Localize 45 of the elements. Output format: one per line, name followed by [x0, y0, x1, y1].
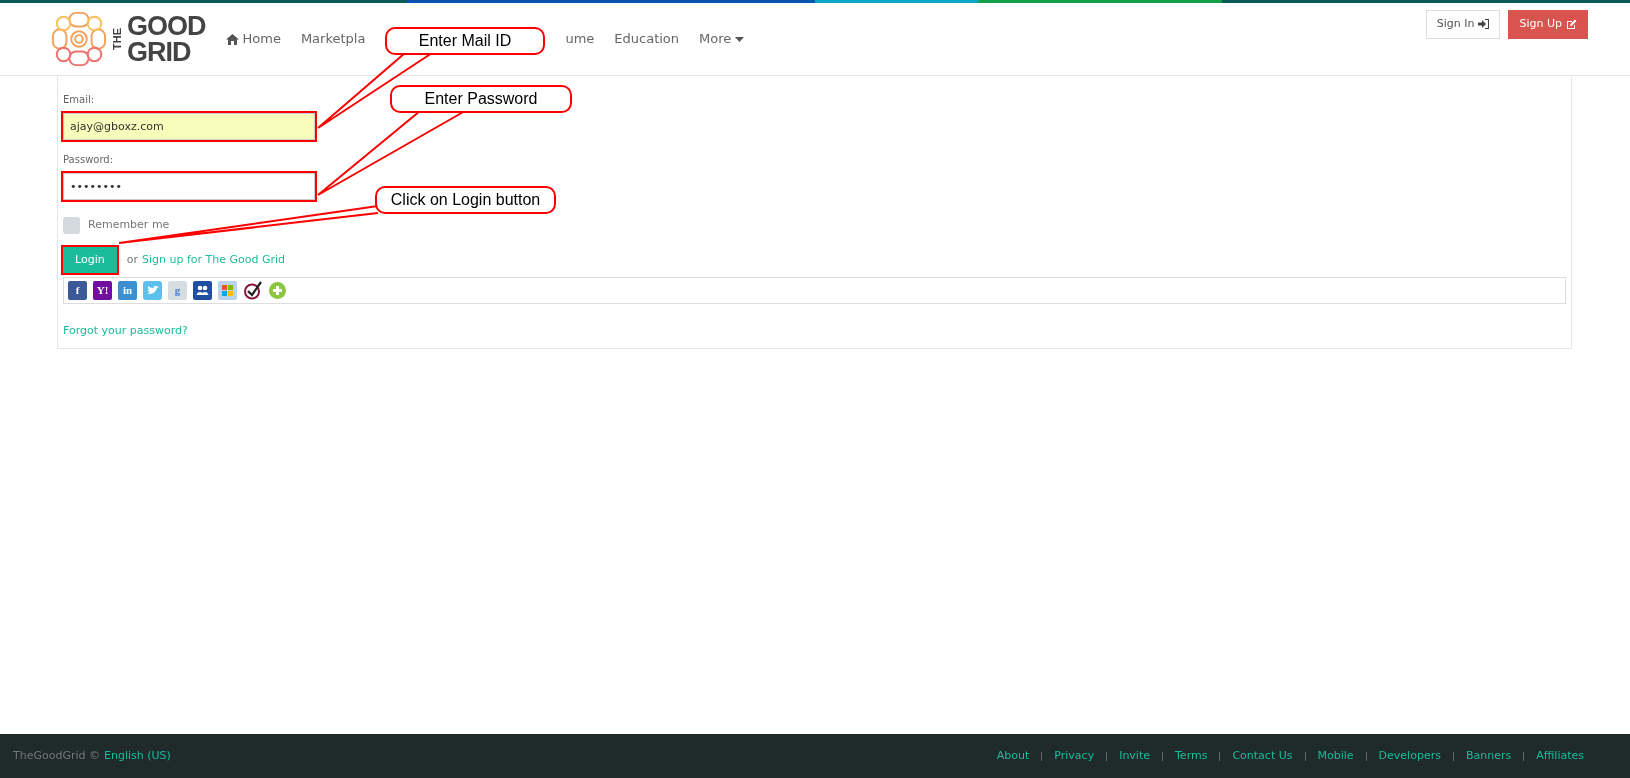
checkbox-label: Remember me	[88, 217, 170, 234]
flower-logo-icon	[50, 10, 108, 68]
home-icon	[225, 33, 239, 45]
people-icon[interactable]	[193, 281, 212, 300]
logo-text: GOOD	[127, 13, 206, 39]
footer-link[interactable]: Terms	[1163, 747, 1220, 765]
or-text: or	[126, 251, 138, 268]
letter-tile-icon[interactable]: Y!	[93, 281, 112, 300]
footer-link[interactable]: About	[984, 747, 1042, 765]
edit-icon	[1566, 19, 1577, 30]
nav-link[interactable]: Education	[614, 29, 680, 49]
sign-up-button[interactable]: Sign Up	[1508, 10, 1588, 39]
window-icon[interactable]	[218, 281, 237, 300]
plus-icon[interactable]	[268, 281, 287, 300]
footer-link[interactable]: Affiliates	[1524, 747, 1596, 765]
checkmark-icon[interactable]	[243, 281, 262, 300]
nav-link[interactable]: ume	[565, 29, 595, 49]
callout-bubble: Enter Password	[390, 85, 572, 113]
bird-icon[interactable]	[143, 281, 162, 300]
footer-link[interactable]: Developers	[1366, 747, 1453, 765]
email-field[interactable]: ajay@gboxz.com	[63, 113, 315, 140]
password-field[interactable]: ••••••••	[63, 173, 315, 200]
letter-tile-icon[interactable]: g	[168, 281, 187, 300]
logo-text: THE	[112, 28, 123, 50]
footer-link[interactable]: Mobile	[1305, 747, 1366, 765]
field-label: Password:	[63, 153, 114, 167]
letter-tile-icon[interactable]: in	[118, 281, 137, 300]
sign-in-icon	[1478, 19, 1490, 30]
caret-icon	[735, 36, 745, 42]
field-label: Email:	[63, 93, 95, 107]
copyright-text: TheGoodGrid ©	[13, 747, 100, 764]
language-link[interactable]: English (US)	[104, 747, 171, 765]
logo-text: GRID	[127, 39, 192, 65]
callout-bubble: Click on Login button	[375, 186, 556, 214]
letter-tile-icon[interactable]: f	[68, 281, 87, 300]
footer-link[interactable]: Contact Us	[1220, 747, 1305, 765]
nav-link[interactable]: Marketpla	[300, 29, 366, 49]
footer-link[interactable]: Banners	[1453, 747, 1524, 765]
sign-in-button[interactable]: Sign In	[1425, 10, 1501, 39]
footer-link[interactable]: Invite	[1107, 747, 1162, 765]
remember-checkbox[interactable]	[63, 217, 80, 234]
footer-link[interactable]: Privacy	[1042, 747, 1107, 765]
nav-link[interactable]: Home	[225, 29, 281, 49]
callout-bubble: Enter Mail ID	[385, 27, 545, 55]
nav-link[interactable]: More	[699, 29, 745, 49]
